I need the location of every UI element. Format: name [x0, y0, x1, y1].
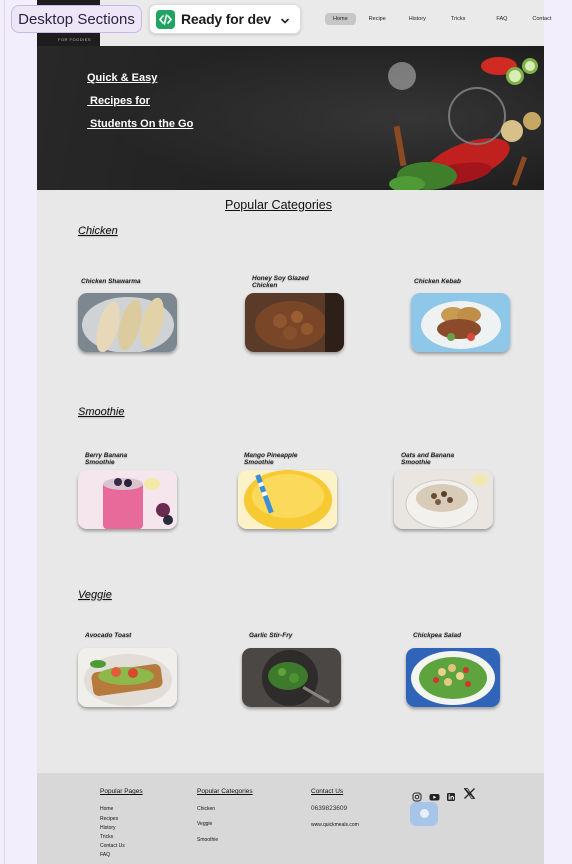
- nav-tricks[interactable]: Tricks: [443, 13, 473, 25]
- linkedin-icon[interactable]: [446, 789, 456, 807]
- footer-link-smoothie[interactable]: Smoothie: [197, 837, 218, 843]
- footer-website[interactable]: www.quickmeals.com: [311, 822, 359, 828]
- item-image-chickpea-salad[interactable]: [406, 648, 500, 707]
- item-image-honey-soy-chicken[interactable]: [245, 293, 344, 352]
- item-label-chicken-shawarma[interactable]: Chicken Shawarma: [81, 278, 161, 285]
- item-image-chicken-kebab[interactable]: [411, 293, 510, 352]
- item-label-honey-soy-chicken[interactable]: Honey Soy Glazed Chicken: [252, 275, 332, 289]
- logo-caption: FOR FOODIES: [58, 37, 92, 42]
- item-image-avocado-toast[interactable]: [78, 648, 177, 707]
- footer-link-contact-us[interactable]: Contact Us: [100, 843, 125, 849]
- footer-link-recipes[interactable]: Recipes: [100, 816, 118, 822]
- footer-link-veggie[interactable]: Veggie: [197, 821, 212, 827]
- nav-contact[interactable]: Contact: [524, 13, 559, 25]
- footer-link-tricks[interactable]: Tricks: [100, 834, 113, 840]
- section-label-badge[interactable]: Desktop Sections: [11, 5, 142, 33]
- theme-toggle-knob: [420, 809, 429, 818]
- footer-phone: 0639823609: [311, 805, 348, 812]
- footer-popular-pages-heading: Popular Pages: [100, 788, 143, 795]
- category-title-veggie[interactable]: Veggie: [78, 589, 112, 601]
- x-icon[interactable]: [463, 787, 476, 805]
- hero-line-3: Students On the Go: [87, 118, 194, 130]
- item-image-berry-banana-smoothie[interactable]: [78, 470, 177, 529]
- chevron-down-icon[interactable]: [280, 13, 290, 31]
- item-label-oats-banana-smoothie[interactable]: Oats and Banana Smoothie: [401, 452, 471, 466]
- category-title-chicken[interactable]: Chicken: [78, 225, 118, 237]
- item-image-oats-banana-smoothie[interactable]: [394, 470, 493, 529]
- footer-link-history[interactable]: History: [100, 825, 116, 831]
- item-label-chickpea-salad[interactable]: Chickpea Salad: [413, 632, 493, 639]
- footer-link-home[interactable]: Home: [100, 806, 113, 812]
- canvas-edge: [4, 0, 5, 864]
- item-image-garlic-stir-fry[interactable]: [242, 648, 341, 707]
- item-label-chicken-kebab[interactable]: Chicken Kebab: [414, 278, 494, 285]
- item-image-mango-pineapple-smoothie[interactable]: [238, 470, 337, 529]
- nav-links: Home Recipe History Tricks FAQ Contact: [325, 13, 564, 25]
- nav-home[interactable]: Home: [325, 13, 356, 25]
- footer-contact-heading: Contact Us: [311, 788, 344, 795]
- ready-for-dev-label: Ready for dev: [181, 11, 271, 27]
- item-label-garlic-stir-fry[interactable]: Garlic Stir-Fry: [249, 632, 329, 639]
- item-label-mango-pineapple-smoothie[interactable]: Mango Pineapple Smoothie: [244, 452, 314, 466]
- code-icon: [156, 9, 175, 29]
- footer-popular-categories-heading: Popular Categories: [197, 788, 253, 795]
- hero-banner: Quick & Easy Recipes for Students On the…: [37, 46, 544, 190]
- ready-for-dev-badge[interactable]: Ready for dev: [149, 4, 301, 34]
- footer-link-chicken[interactable]: Chicken: [197, 806, 215, 812]
- item-label-avocado-toast[interactable]: Avocado Toast: [85, 632, 165, 639]
- nav-faq[interactable]: FAQ: [488, 13, 515, 25]
- item-image-chicken-shawarma[interactable]: [78, 293, 177, 352]
- popular-categories-title: Popular Categories: [225, 198, 333, 212]
- item-label-berry-banana-smoothie[interactable]: Berry Banana Smoothie: [85, 452, 145, 466]
- nav-recipe[interactable]: Recipe: [361, 13, 394, 25]
- nav-history[interactable]: History: [401, 13, 434, 25]
- category-title-smoothie[interactable]: Smoothie: [78, 406, 124, 418]
- hero-line-2: Recipes for: [87, 95, 150, 107]
- footer-link-faq[interactable]: FAQ: [100, 852, 110, 858]
- hero-line-1: Quick & Easy: [87, 72, 158, 84]
